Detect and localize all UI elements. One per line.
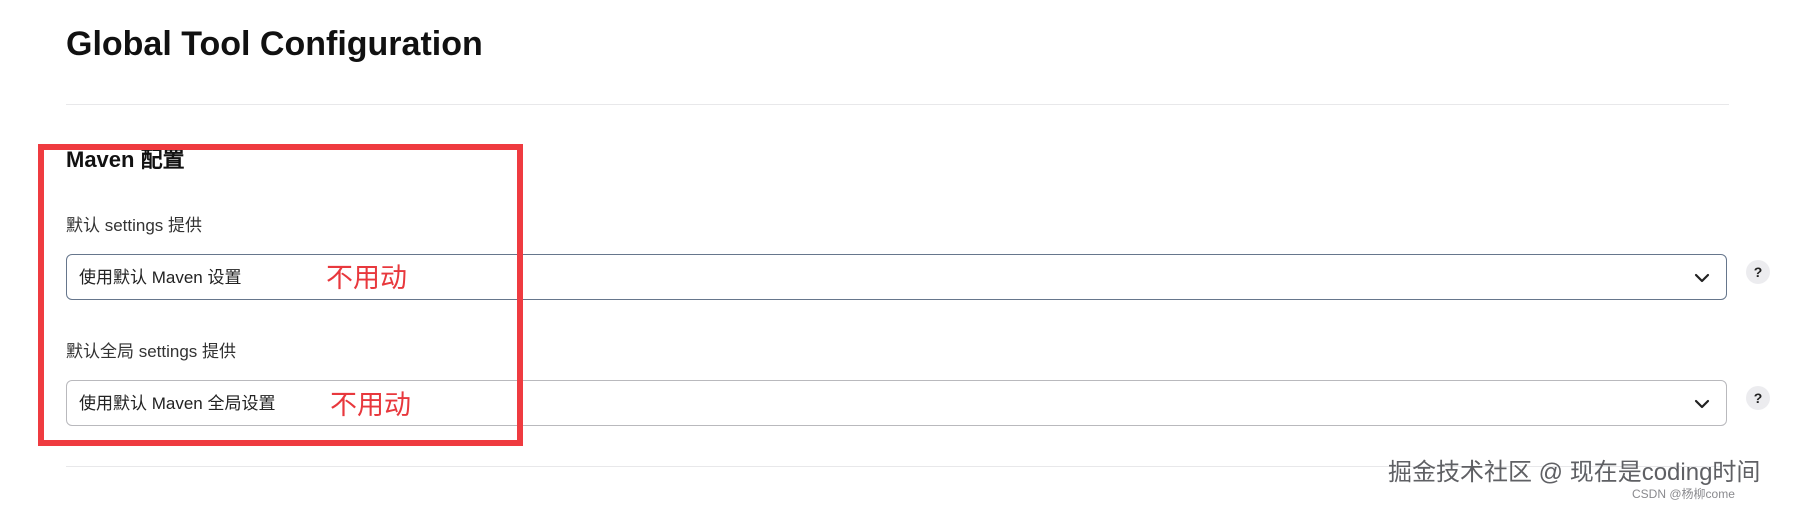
annotation-highlight-box xyxy=(38,144,523,446)
top-divider xyxy=(66,104,1729,105)
annotation-note-global-settings: 不用动 xyxy=(330,390,411,420)
watermark-text: 掘金技术社区 @ 现在是coding时间 xyxy=(1388,459,1761,486)
watermark-small-text: CSDN @杨柳come xyxy=(1632,487,1735,501)
annotation-note-settings: 不用动 xyxy=(326,263,407,293)
page-title: Global Tool Configuration xyxy=(66,25,483,63)
global-settings-provider-help-button[interactable]: ? xyxy=(1746,386,1770,410)
chevron-down-icon xyxy=(1694,399,1710,409)
chevron-down-icon xyxy=(1694,273,1710,283)
settings-provider-help-button[interactable]: ? xyxy=(1746,260,1770,284)
